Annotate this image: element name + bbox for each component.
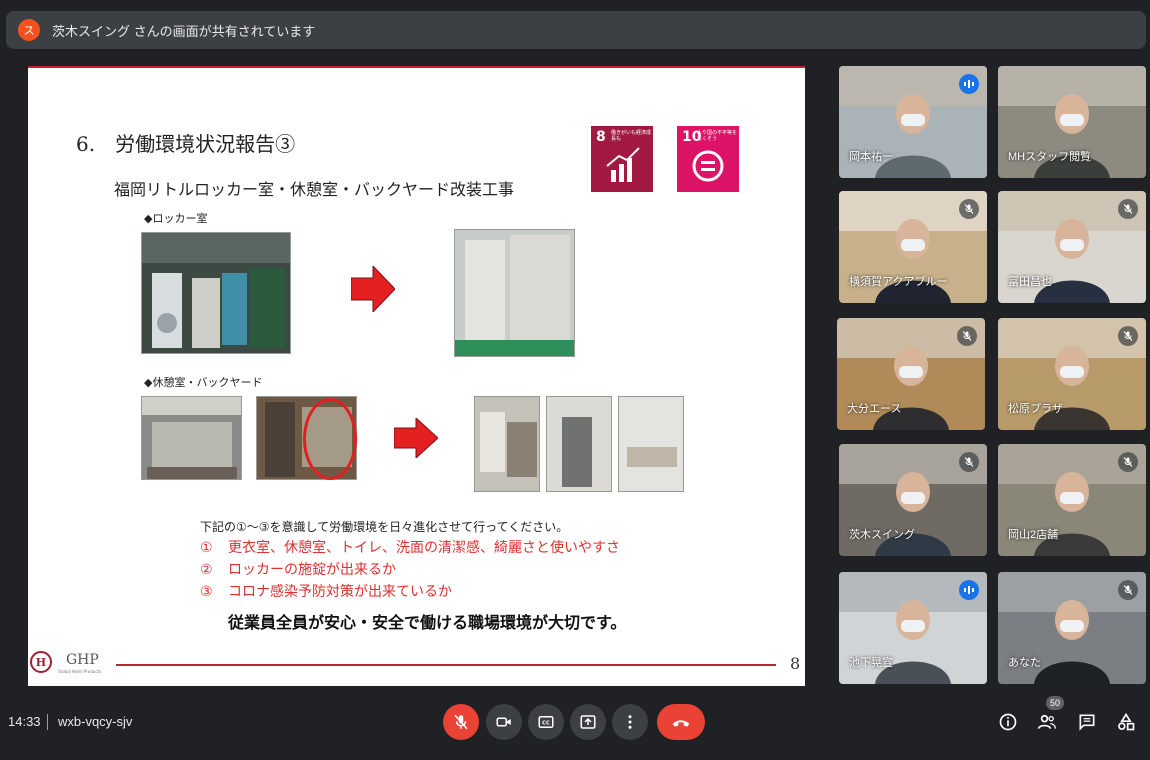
sdg-8-graph-icon [606,147,640,182]
participant-tile[interactable]: 松原プラザ [998,318,1146,430]
slide-top-line [28,66,805,68]
more-vert-icon [628,715,632,729]
participant-tile[interactable]: 茨木スイング [839,444,987,556]
captions-button[interactable]: CC [528,704,564,740]
participant-name: 池下晃宣 [849,657,893,669]
shared-slide: 6. 労働環境状況報告③ 福岡リトルロッカー室・休憩室・バックヤード改装工事 8… [28,66,805,686]
participant-name: 茨木スイング [849,529,915,541]
arrow-right-icon [351,266,395,312]
participant-tile[interactable]: 横須賀アクアブルー [839,191,987,303]
locker-after-photo [454,229,575,357]
participant-tile[interactable]: 岡本祐一 [839,66,987,178]
svg-text:CC: CC [542,720,550,726]
camera-icon [496,717,511,727]
note-item-2: ② ロッカーの施錠が出来るか [200,562,396,578]
presenter-avatar: ス [18,19,40,41]
slide-subheading: 福岡リトルロッカー室・休憩室・バックヤード改装工事 [114,180,515,199]
note-item-3: ③ コロナ感染予防対策が出来ているか [200,584,452,600]
mic-muted-icon [957,326,977,346]
participant-name: 大分エース [847,403,902,415]
participant-name: 松原プラザ [1008,403,1063,415]
breakroom-before-photo-1 [141,396,242,480]
participant-tile[interactable]: 池下晃宣 [839,572,987,684]
slide-bottom-message: 従業員全員が安心・安全で働ける職場環境が大切です。 [228,613,627,632]
participant-name: あなた [1008,657,1041,669]
section-locker-label: ◆ロッカー室 [144,212,208,225]
participant-tile[interactable]: あなた [998,572,1146,684]
clock: 14:33 [8,714,41,729]
slide-page-number: 8 [790,654,801,673]
breakroom-after-photo-3 [618,396,684,492]
end-call-icon [672,720,690,727]
mic-muted-icon [1118,199,1138,219]
participant-tile[interactable]: 岡山2店舗 [998,444,1146,556]
captions-icon: CC [538,716,554,728]
participant-tile[interactable]: 大分エース [837,318,985,430]
breakroom-after-photo-1 [474,396,540,492]
mic-muted-icon [1118,326,1138,346]
meet-window: ス 茨木スイング さんの画面が共有されています 6. 労働環境状況報告③ 福岡リ… [0,0,1150,760]
mic-muted-icon [1118,452,1138,472]
end-call-button[interactable] [657,704,705,740]
chat-button[interactable] [1075,710,1099,734]
mic-muted-icon [1118,580,1138,600]
info-icon [999,713,1017,731]
highlight-oval [303,398,357,480]
note-item-1: ① 更衣室、休憩室、トイレ、洗面の清潔感、綺麗さと使いやすさ [200,540,620,556]
arrow-right-icon [394,418,438,458]
sdg-8-icon: 8 働きがいも経済成長も [591,126,653,192]
mic-muted-icon [959,199,979,219]
ghp-logo-icon: H [30,651,52,673]
participant-name: 冨田昌也 [1008,276,1052,288]
section-breakroom-label: ◆休憩室・バックヤード [144,376,263,389]
mic-off-icon [454,714,468,730]
participant-tile[interactable]: MHスタッフ閲覧 [998,66,1146,178]
people-button[interactable] [1035,710,1059,734]
activities-shapes-icon [1118,712,1135,731]
speaking-indicator-icon [959,74,979,94]
participant-tile[interactable]: 冨田昌也 [998,191,1146,303]
sdg-10-equality-icon [692,150,724,182]
participant-name: 岡本祐一 [849,151,893,163]
breakroom-after-photo-2 [546,396,612,492]
participant-name: MHスタッフ閲覧 [1008,151,1092,163]
camera-toggle-button[interactable] [486,704,522,740]
people-icon [1037,714,1056,729]
screen-share-banner: ス 茨木スイング さんの画面が共有されています [6,11,1146,49]
share-banner-text: 茨木スイング さんの画面が共有されています [52,23,316,39]
present-screen-icon [580,715,596,729]
present-button[interactable] [570,704,606,740]
slide-heading: 6. 労働環境状況報告③ [76,132,296,156]
participant-count-badge: 50 [1046,696,1064,710]
ghp-logo-subtext: Global Hotel Products [58,669,102,674]
participant-name: 岡山2店舗 [1008,529,1059,541]
more-options-button[interactable] [612,704,648,740]
slide-notes: 下記の①～③を意識して労働環境を日々進化させて行ってください。 ① 更衣室、休憩室… [200,518,620,601]
control-bar: 14:33 wxb-vqcy-sjv CC 50 [0,694,1150,760]
sdg-10-icon: 10 人や国の不平等をなくそう [677,126,739,192]
divider [47,714,48,730]
mic-toggle-button[interactable] [443,704,479,740]
mic-muted-icon [959,452,979,472]
ghp-logo-text: GHP [66,652,99,668]
notes-intro: 下記の①～③を意識して労働環境を日々進化させて行ってください。 [200,520,569,534]
locker-before-photo [141,232,291,354]
meeting-info-button[interactable] [996,710,1020,734]
speaking-indicator-icon [959,580,979,600]
participant-name: 横須賀アクアブルー [849,276,948,288]
chat-icon [1079,714,1095,731]
activities-button[interactable] [1114,710,1138,734]
slide-footer-line [116,664,776,666]
meeting-code: wxb-vqcy-sjv [58,714,133,729]
